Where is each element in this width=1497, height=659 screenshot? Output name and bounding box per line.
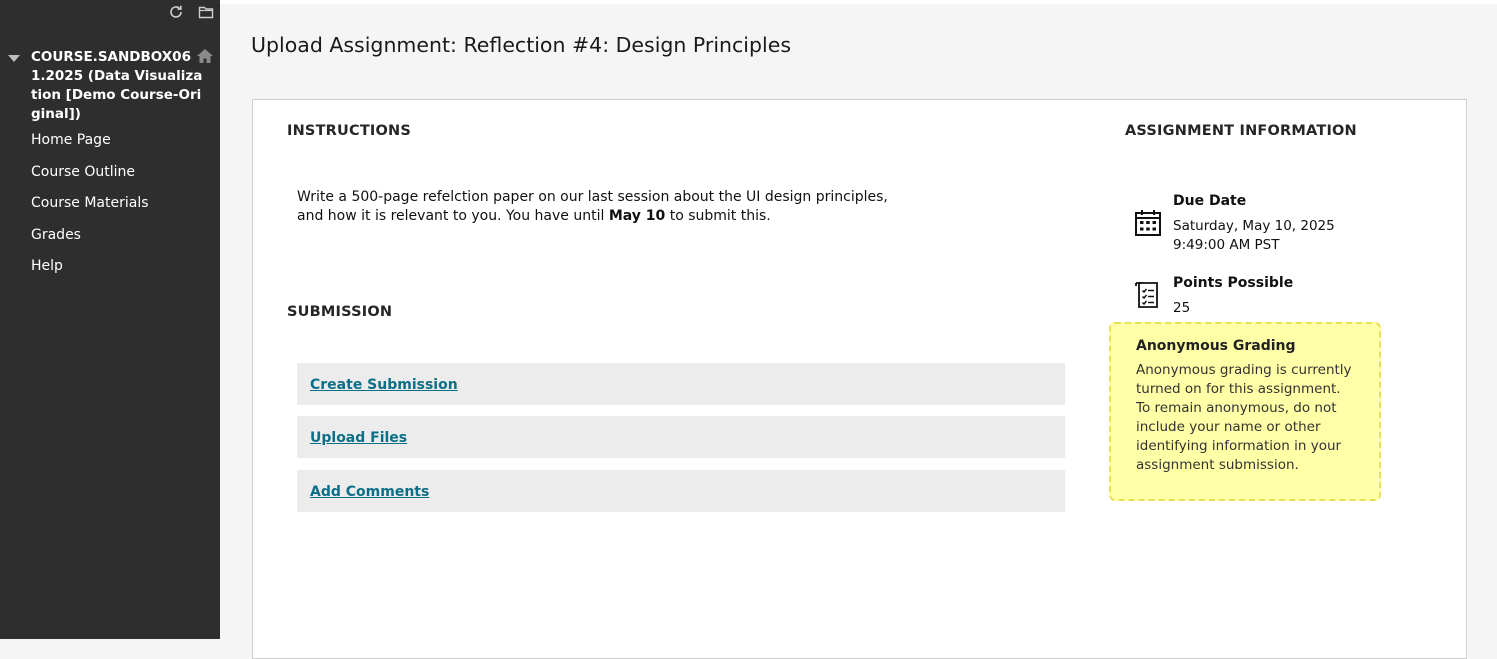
add-comments-link[interactable]: Add Comments — [310, 484, 429, 500]
sidebar-toolbar — [168, 4, 214, 20]
anonymous-grading-title: Anonymous Grading — [1136, 338, 1296, 354]
upload-files-link[interactable]: Upload Files — [310, 430, 407, 446]
sidebar-item-help[interactable]: Help — [31, 256, 149, 288]
create-submission-row[interactable]: Create Submission — [297, 363, 1065, 405]
folder-icon[interactable] — [198, 4, 214, 20]
assignment-info-heading: ASSIGNMENT INFORMATION — [1125, 123, 1357, 139]
home-icon[interactable] — [196, 48, 214, 64]
submission-heading: SUBMISSION — [287, 304, 393, 320]
page-title: Upload Assignment: Reflection #4: Design… — [251, 33, 792, 57]
assignment-card: INSTRUCTIONS Write a 500-page refelction… — [252, 99, 1467, 659]
sidebar-item-course-outline[interactable]: Course Outline — [31, 162, 149, 194]
due-date-day: Saturday, May 10, 2025 — [1173, 218, 1335, 234]
anonymous-grading-notice: Anonymous Grading Anonymous grading is c… — [1109, 322, 1381, 501]
points-possible-value: 25 — [1173, 300, 1191, 316]
top-strip — [220, 0, 1497, 4]
sidebar-item-course-materials[interactable]: Course Materials — [31, 193, 149, 225]
upload-files-row[interactable]: Upload Files — [297, 416, 1065, 458]
course-title[interactable]: COURSE.SANDBOX061.2025 (Data Visualizati… — [31, 48, 203, 124]
add-comments-row[interactable]: Add Comments — [297, 470, 1065, 512]
due-date-time: 9:49:00 AM PST — [1173, 237, 1280, 253]
course-menu: Home Page Course Outline Course Material… — [31, 130, 149, 288]
instructions-text-start: Write a 500-page refelction paper on our… — [297, 189, 888, 224]
anonymous-grading-text: Anonymous grading is currently turned on… — [1136, 362, 1352, 473]
collapse-course-toggle[interactable] — [8, 55, 20, 62]
due-date-label: Due Date — [1173, 193, 1247, 209]
checklist-icon — [1134, 280, 1162, 310]
course-sidebar: COURSE.SANDBOX061.2025 (Data Visualizati… — [0, 0, 220, 639]
sidebar-item-home-page[interactable]: Home Page — [31, 130, 149, 162]
instructions-text-end: to submit this. — [665, 208, 771, 224]
instructions-text: Write a 500-page refelction paper on our… — [297, 188, 917, 226]
due-date-value: Saturday, May 10, 2025 9:49:00 AM PST — [1173, 217, 1335, 255]
points-possible-label: Points Possible — [1173, 275, 1294, 291]
create-submission-link[interactable]: Create Submission — [310, 377, 458, 393]
calendar-icon — [1134, 208, 1162, 238]
instructions-heading: INSTRUCTIONS — [287, 123, 412, 139]
due-date-emphasis: May 10 — [608, 208, 666, 224]
refresh-icon[interactable] — [168, 4, 184, 20]
sidebar-item-grades[interactable]: Grades — [31, 225, 149, 257]
